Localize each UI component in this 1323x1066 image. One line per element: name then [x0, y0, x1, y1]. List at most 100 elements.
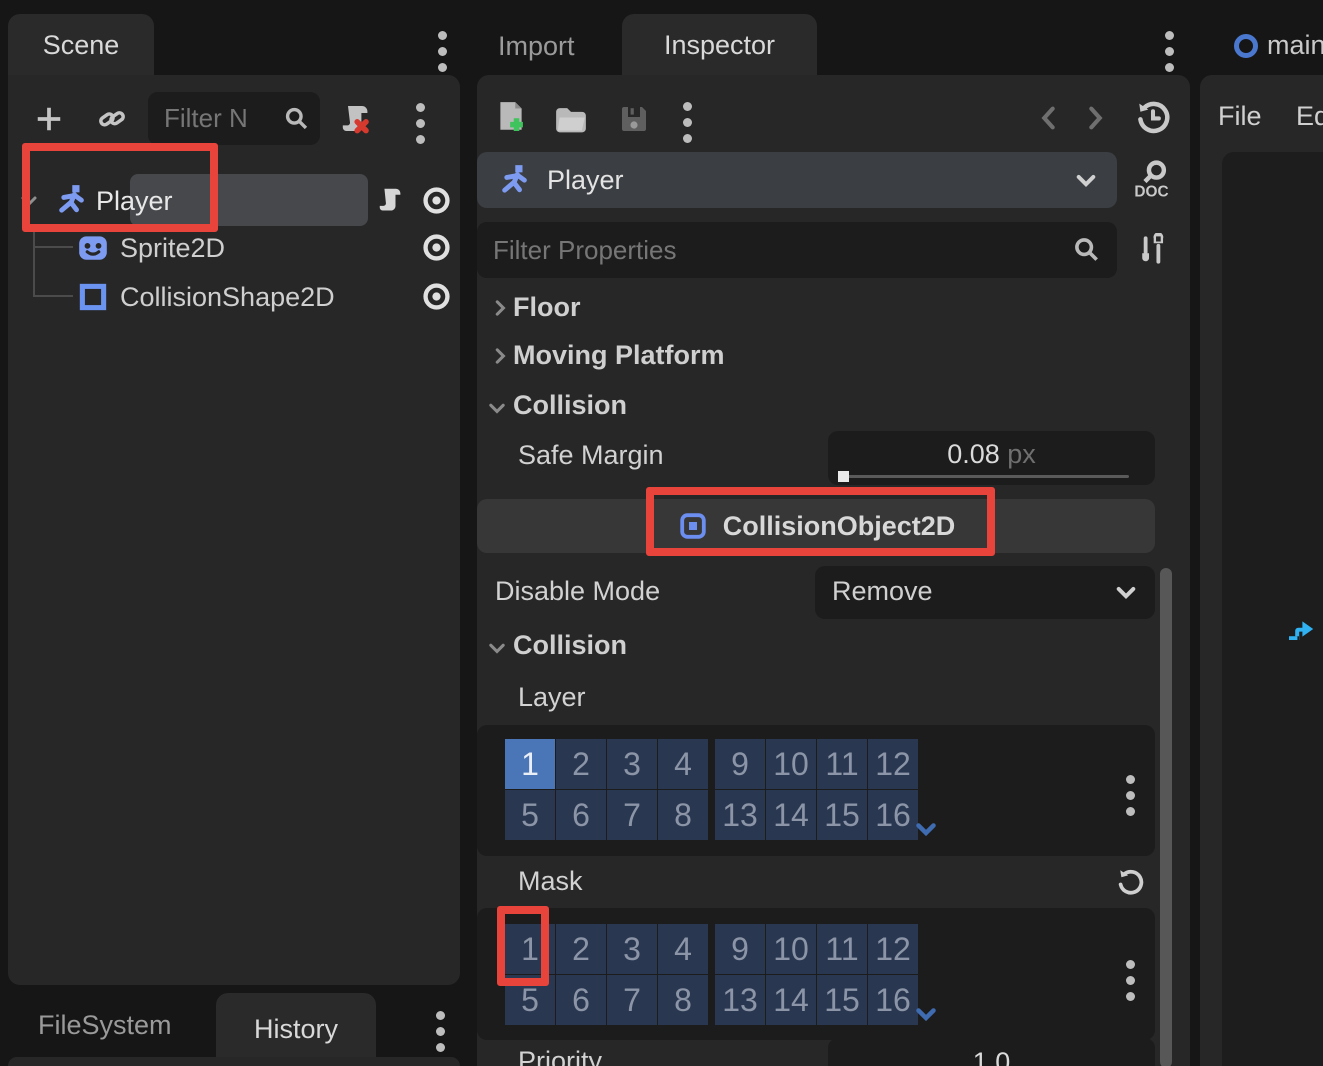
detach-script-icon[interactable] [338, 101, 374, 137]
disable-mode-dropdown[interactable]: Remove [815, 566, 1155, 619]
menu-edit[interactable]: Edit [1296, 101, 1323, 132]
bottom-dock-menu-button[interactable] [436, 1011, 445, 1052]
new-resource-button[interactable] [494, 100, 528, 134]
mask-bit-6[interactable]: 6 [556, 975, 606, 1025]
node-selector-dropdown[interactable]: Player [477, 152, 1117, 208]
layer-bit-2[interactable]: 2 [556, 739, 606, 789]
tab-import[interactable]: Import [498, 31, 575, 62]
safe-margin-field[interactable]: 0.08 px [828, 431, 1155, 485]
filter-properties-box [477, 222, 1117, 278]
layer-bit-15[interactable]: 15 [817, 790, 867, 840]
mask-bit-11[interactable]: 11 [817, 924, 867, 974]
history-forward-icon[interactable] [1083, 103, 1109, 133]
open-docs-search-icon[interactable]: DOC [1132, 158, 1172, 202]
safe-margin-slider-grabber[interactable] [838, 471, 849, 482]
sprite-2d-icon [76, 231, 110, 265]
character-body-2d-icon [497, 163, 531, 197]
mask-bit-15[interactable]: 15 [817, 975, 867, 1025]
section-moving-platform[interactable]: Moving Platform [513, 340, 725, 371]
code-area[interactable] [1222, 152, 1323, 1066]
layer-bit-4[interactable]: 4 [658, 739, 708, 789]
collapse-chevron-icon[interactable] [17, 189, 41, 213]
filter-properties-input[interactable] [477, 222, 1117, 278]
layer-bit-8[interactable]: 8 [658, 790, 708, 840]
mask-bit-7[interactable]: 7 [607, 975, 657, 1025]
load-resource-folder-button[interactable] [554, 103, 588, 137]
layer-bit-16[interactable]: 16 [868, 790, 918, 840]
scene-dock-menu-button[interactable] [438, 31, 447, 72]
tree-connector [33, 246, 73, 248]
inspector-dock-menu-button[interactable] [1165, 31, 1174, 72]
tab-inspector[interactable]: Inspector [622, 14, 817, 76]
mask-bit-2[interactable]: 2 [556, 924, 606, 974]
object-history-icon[interactable] [1135, 100, 1171, 136]
script-attached-icon[interactable] [376, 185, 406, 215]
tab-scene[interactable]: Scene [8, 14, 154, 76]
layer-bit-11[interactable]: 11 [817, 739, 867, 789]
tree-node-collisionshape2d-label[interactable]: CollisionShape2D [120, 282, 335, 313]
layer-bit-10[interactable]: 10 [766, 739, 816, 789]
layer-expand-chevron-icon[interactable] [914, 820, 938, 840]
resource-menu-button[interactable] [683, 102, 692, 143]
mask-bit-14[interactable]: 14 [766, 975, 816, 1025]
node-selector-value: Player [547, 165, 624, 196]
inspector-scrollbar[interactable] [1160, 568, 1172, 1066]
mask-bit-13[interactable]: 13 [715, 975, 765, 1025]
mask-bit-5[interactable]: 5 [505, 975, 555, 1025]
safe-margin-slider-track[interactable] [844, 475, 1129, 478]
save-resource-button[interactable] [618, 103, 650, 135]
layer-grid-menu-button[interactable] [1126, 775, 1135, 816]
section-floor[interactable]: Floor [513, 292, 581, 323]
tab-filesystem[interactable]: FileSystem [38, 1010, 172, 1041]
priority-field[interactable]: 1.0 [828, 1038, 1155, 1066]
mask-bit-8[interactable]: 8 [658, 975, 708, 1025]
visibility-eye-icon[interactable] [420, 184, 453, 217]
mask-bit-12[interactable]: 12 [868, 924, 918, 974]
mask-grid-menu-button[interactable] [1126, 960, 1135, 1001]
tree-node-player-label[interactable]: Player [96, 186, 173, 217]
tree-connector [33, 295, 73, 297]
mask-bit-1[interactable]: 1 [505, 924, 555, 974]
scene-filter-box [148, 92, 320, 145]
visibility-eye-icon[interactable] [420, 231, 453, 264]
category-label: CollisionObject2D [723, 511, 956, 542]
instance-scene-link-icon[interactable] [97, 104, 127, 134]
layer-bit-7[interactable]: 7 [607, 790, 657, 840]
tree-node-sprite2d-label[interactable]: Sprite2D [120, 233, 225, 264]
history-back-icon[interactable] [1035, 103, 1061, 133]
mask-bit-4[interactable]: 4 [658, 924, 708, 974]
section-moving-platform-chevron-icon[interactable] [489, 345, 511, 367]
tab-history[interactable]: History [216, 993, 376, 1066]
collision-inner-chevron-icon[interactable] [486, 637, 508, 659]
mask-bit-10[interactable]: 10 [766, 924, 816, 974]
visibility-eye-icon[interactable] [420, 280, 453, 313]
mask-bit-3[interactable]: 3 [607, 924, 657, 974]
chevron-down-icon [1113, 580, 1139, 606]
layer-bit-9[interactable]: 9 [715, 739, 765, 789]
layer-bit-14[interactable]: 14 [766, 790, 816, 840]
category-collisionobject2d[interactable]: CollisionObject2D [477, 499, 1155, 553]
section-collision-chevron-icon[interactable] [486, 397, 508, 419]
property-tools-icon[interactable] [1135, 233, 1169, 267]
menu-file[interactable]: File [1218, 101, 1262, 132]
mask-expand-chevron-icon[interactable] [914, 1005, 938, 1025]
section-collision[interactable]: Collision [513, 390, 627, 421]
layer-bit-1[interactable]: 1 [505, 739, 555, 789]
svg-text:DOC: DOC [1134, 184, 1168, 201]
mask-bit-9[interactable]: 9 [715, 924, 765, 974]
revert-property-icon[interactable] [1115, 868, 1145, 898]
tab-script-main[interactable]: main [1267, 30, 1323, 61]
layer-bit-6[interactable]: 6 [556, 790, 606, 840]
layer-bit-13[interactable]: 13 [715, 790, 765, 840]
collision-inner-section[interactable]: Collision [513, 630, 627, 661]
section-floor-chevron-icon[interactable] [489, 297, 511, 319]
layer-bit-3[interactable]: 3 [607, 739, 657, 789]
layer-bit-5[interactable]: 5 [505, 790, 555, 840]
tree-connector [33, 226, 35, 296]
mask-bit-16[interactable]: 16 [868, 975, 918, 1025]
inspector-panel: Player DOC [477, 75, 1190, 1066]
add-node-button[interactable] [34, 104, 64, 134]
layer-bit-12[interactable]: 12 [868, 739, 918, 789]
scene-tree-menu-button[interactable] [416, 103, 425, 144]
search-icon [1072, 235, 1101, 264]
